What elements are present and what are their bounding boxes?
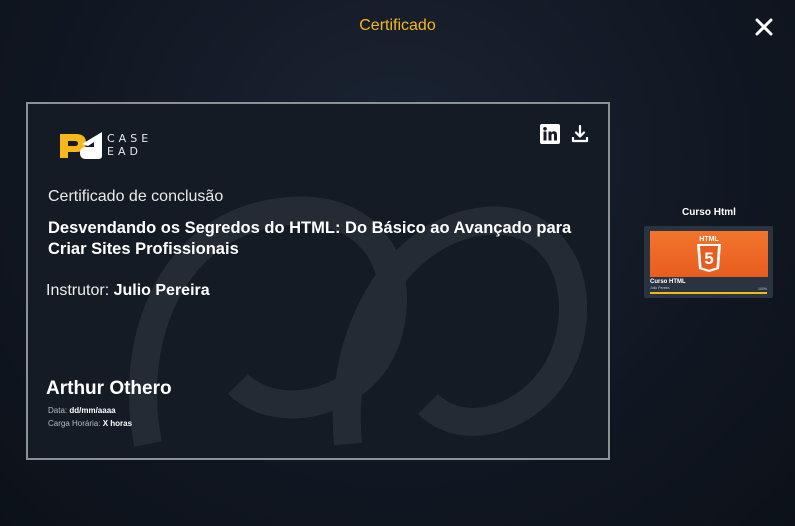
course-name: Desvendando os Segredos do HTML: Do Bási… xyxy=(48,219,572,258)
date-line: Data: dd/mm/aaaa xyxy=(48,406,116,415)
thumbnail-caption: Curso HTML xyxy=(650,279,686,285)
course-thumbnail-image: HTML 5 xyxy=(650,231,768,277)
hours-line: Carga Horária: X horas xyxy=(48,419,132,428)
download-button[interactable] xyxy=(570,124,590,144)
certificate-label: Certificado de conclusão xyxy=(48,188,224,205)
instructor-line: Instrutor: Julio Pereira xyxy=(46,282,210,300)
certificate-card: CASE EAD Certificado de conclusão Desven… xyxy=(26,102,610,460)
linkedin-share-button[interactable] xyxy=(540,124,560,144)
certificate-actions xyxy=(540,124,590,144)
logo-text-ead: EAD xyxy=(107,145,142,158)
thumbnail-progress-bar xyxy=(650,292,767,294)
modal-title: Certificado xyxy=(359,17,436,34)
linkedin-icon xyxy=(540,124,560,144)
date-label: Data: xyxy=(48,406,68,415)
html5-logo-icon: HTML 5 xyxy=(697,236,721,272)
download-icon xyxy=(571,124,589,143)
instructor-label: Instrutor: xyxy=(46,282,110,299)
student-name: Arthur Othero xyxy=(46,378,172,399)
course-thumbnail[interactable]: HTML 5 Curso HTML Julio Pereira 100% xyxy=(644,226,773,298)
close-icon xyxy=(755,18,773,36)
date-value: dd/mm/aaaa xyxy=(69,406,116,415)
case-ead-logo: CASE EAD xyxy=(58,130,158,162)
thumbnail-badge-number: 5 xyxy=(704,249,713,268)
sidebar-course-title: Curso Html xyxy=(682,207,736,218)
thumbnail-subcaption: Julio Pereira xyxy=(650,286,670,290)
logo-text-case: CASE xyxy=(107,132,153,145)
hours-label: Carga Horária: xyxy=(48,419,101,428)
thumbnail-progress-label: 100% xyxy=(758,287,767,291)
logo-mark-icon xyxy=(60,132,102,159)
instructor-name: Julio Pereira xyxy=(113,282,210,299)
hours-value: X horas xyxy=(102,419,133,428)
thumbnail-badge-text: HTML xyxy=(699,236,719,243)
close-button[interactable] xyxy=(751,14,777,40)
